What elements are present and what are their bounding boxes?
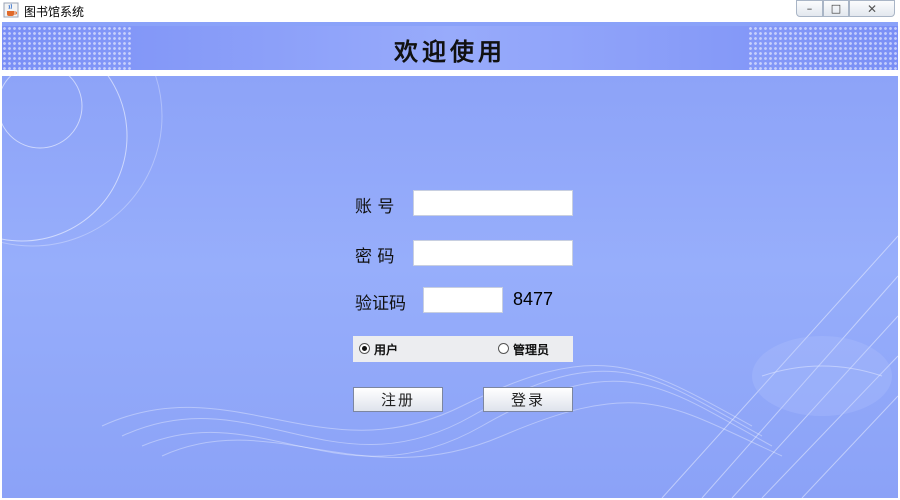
captcha-input[interactable] [423, 287, 503, 313]
account-label: 账 号 [355, 197, 395, 217]
close-icon: ✕ [866, 1, 878, 16]
login-button[interactable]: 登录 [483, 387, 573, 412]
page-title: 欢迎使用 [394, 37, 506, 66]
minimize-button[interactable]: – [796, 0, 823, 17]
minimize-icon: – [806, 2, 813, 15]
title-bar: 图书馆系统 – □ ✕ [0, 0, 900, 22]
maximize-icon: □ [830, 2, 842, 15]
user-radio-label[interactable]: 用户 [374, 341, 398, 358]
captcha-code[interactable]: 8477 [513, 289, 553, 310]
user-radio[interactable] [359, 343, 370, 354]
captcha-label: 验证码 [355, 294, 406, 314]
login-panel: 账 号 密 码 验证码 8477 用户 管理员 注册 登录 [2, 76, 898, 498]
app-frame: 欢迎使用 账 号 密 码 验证码 8477 用户 管理员 注册 登录 [2, 22, 898, 498]
password-input[interactable] [413, 240, 573, 266]
account-input[interactable] [413, 190, 573, 216]
admin-radio[interactable] [498, 343, 509, 354]
register-button[interactable]: 注册 [353, 387, 443, 412]
close-button[interactable]: ✕ [849, 0, 895, 17]
admin-radio-label[interactable]: 管理员 [513, 341, 549, 358]
role-selector: 用户 管理员 [353, 336, 573, 362]
password-label: 密 码 [355, 247, 395, 267]
window-title: 图书馆系统 [24, 5, 85, 19]
maximize-button[interactable]: □ [823, 0, 849, 17]
header-banner: 欢迎使用 [2, 26, 898, 70]
java-cup-icon [3, 2, 19, 18]
